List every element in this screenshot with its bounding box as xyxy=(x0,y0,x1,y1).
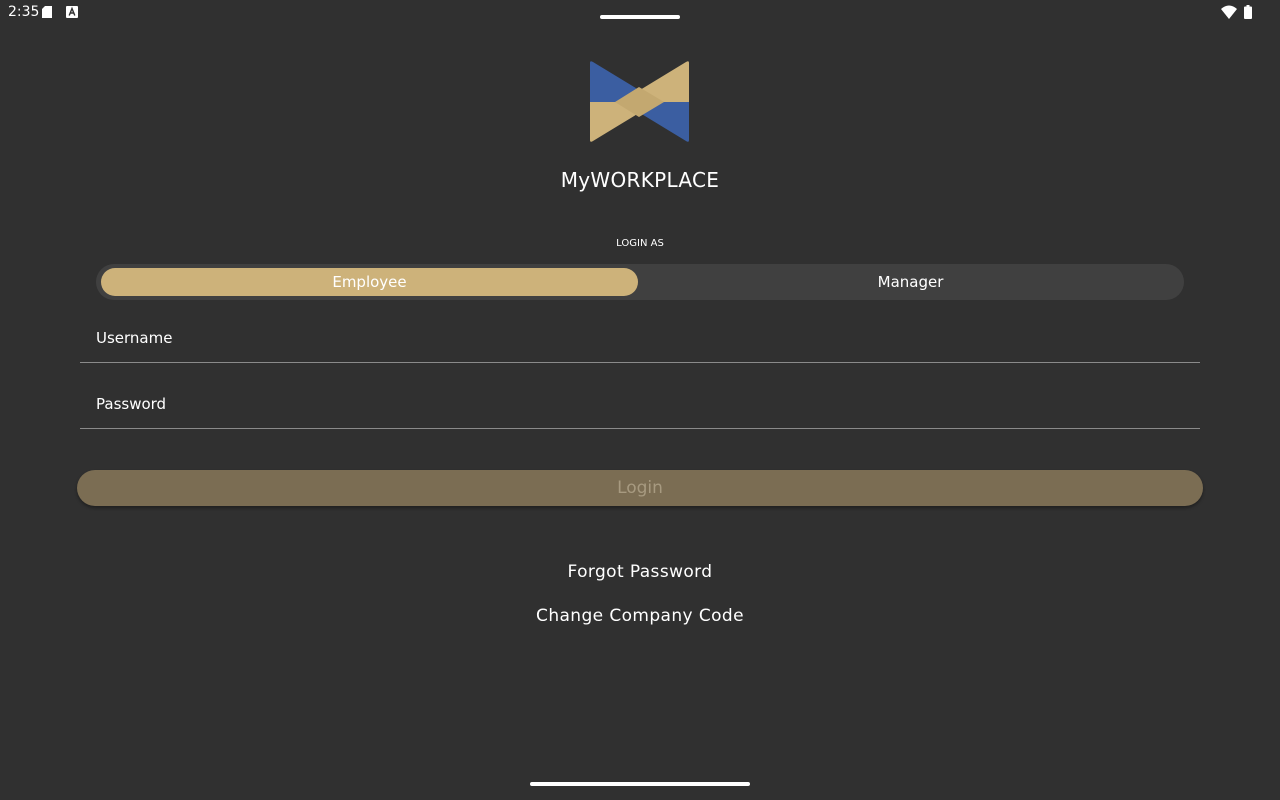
login-button[interactable]: Login xyxy=(77,470,1203,506)
app-title: MyWORKPLACE xyxy=(560,168,720,192)
role-option-manager[interactable]: Manager xyxy=(642,268,1179,296)
a-notification-icon xyxy=(66,6,78,18)
login-role-toggle: Employee Manager xyxy=(96,264,1184,300)
forgot-password-link[interactable]: Forgot Password xyxy=(568,562,713,582)
status-bar: 2:35 xyxy=(0,0,1280,24)
role-option-employee[interactable]: Employee xyxy=(101,268,638,296)
role-option-label: Employee xyxy=(332,273,407,291)
change-company-code-link[interactable]: Change Company Code xyxy=(536,606,744,626)
wifi-icon xyxy=(1221,5,1237,19)
status-time: 2:35 xyxy=(8,4,40,20)
forgot-password-row: Forgot Password xyxy=(0,562,1280,582)
change-company-code-row: Change Company Code xyxy=(0,606,1280,626)
myworkplace-logo-icon xyxy=(590,61,689,142)
password-field-container xyxy=(80,380,1200,429)
battery-icon xyxy=(1244,5,1252,19)
password-input[interactable] xyxy=(96,390,1186,418)
role-option-label: Manager xyxy=(877,273,944,291)
username-field-container xyxy=(80,314,1200,363)
sd-card-icon xyxy=(42,6,52,18)
login-as-label: LOGIN AS xyxy=(616,238,664,249)
home-gesture-bar[interactable] xyxy=(530,782,750,786)
username-input[interactable] xyxy=(96,324,1186,352)
top-handle[interactable] xyxy=(600,15,680,19)
